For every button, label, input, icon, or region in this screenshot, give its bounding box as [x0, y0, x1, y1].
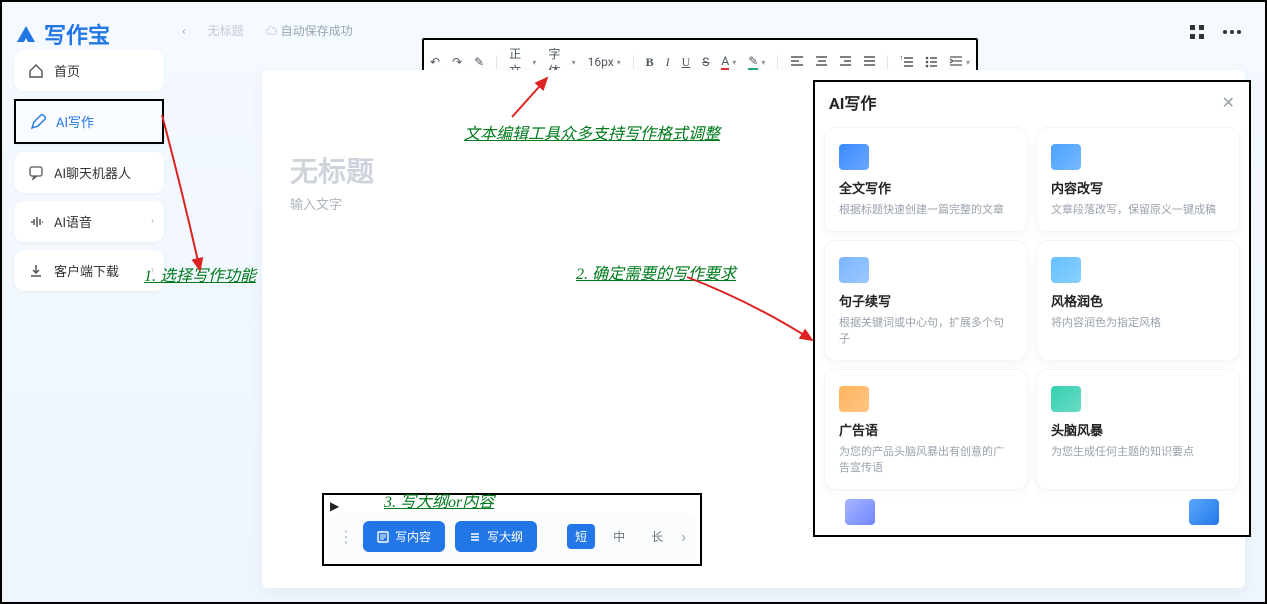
card-icon	[1051, 386, 1081, 412]
sidebar-item-download[interactable]: 客户端下载 ›	[14, 250, 164, 291]
chevron-right-icon: ›	[151, 216, 154, 227]
length-short-chip[interactable]: 短	[567, 524, 595, 549]
logo-icon	[14, 22, 38, 46]
card-icon	[839, 386, 869, 412]
card-icon	[839, 144, 869, 170]
card-desc: 为您的产品头脑风暴出有创意的广告宣传语	[839, 444, 1013, 475]
sidebar-item-home[interactable]: 首页	[14, 50, 164, 91]
breadcrumb: ‹ 无标题 ☁ 自动保存成功	[182, 22, 353, 39]
chevron-right-icon[interactable]: ›	[681, 527, 686, 546]
write-outline-button[interactable]: 写大纲	[455, 521, 537, 552]
pencil-icon	[30, 114, 46, 130]
strike-button[interactable]: S	[702, 55, 709, 69]
autosave-status: ☁ 自动保存成功	[266, 22, 353, 39]
ai-card-3[interactable]: 风格润色将内容润色为指定风格	[1037, 241, 1239, 360]
ai-card-0[interactable]: 全文写作根据标题快速创建一篇完整的文章	[825, 128, 1027, 231]
svg-text:1: 1	[900, 56, 903, 62]
sidebar-item-label: 首页	[54, 61, 80, 80]
more-icon[interactable]	[1223, 24, 1241, 40]
ai-card-2[interactable]: 句子续写根据关键词或中心句，扩展多个句子	[825, 241, 1027, 360]
card-icon	[839, 257, 869, 283]
align-center-icon[interactable]	[815, 55, 827, 69]
align-justify-icon[interactable]	[863, 55, 875, 69]
home-icon	[28, 63, 44, 79]
redo-icon[interactable]: ↷	[452, 55, 462, 69]
undo-icon[interactable]: ↶	[430, 55, 440, 69]
format-brush-icon[interactable]: ✎	[474, 55, 484, 69]
card-title: 内容改写	[1051, 178, 1225, 197]
text-color-button[interactable]: A▾	[721, 54, 736, 70]
card-title: 风格润色	[1051, 291, 1225, 310]
button-label: 写大纲	[487, 528, 523, 545]
sidebar-item-label: AI聊天机器人	[54, 163, 131, 182]
title-placeholder[interactable]: 无标题	[290, 150, 374, 190]
sidebar: 首页 AI写作 AI聊天机器人 AI语音 › 客户端下载 ›	[14, 50, 164, 299]
sidebar-item-chatbot[interactable]: AI聊天机器人	[14, 152, 164, 193]
window-controls	[1189, 24, 1241, 40]
sidebar-item-voice[interactable]: AI语音 ›	[14, 201, 164, 242]
chat-icon	[28, 165, 44, 181]
ai-card-5[interactable]: 头脑风暴为您生成任何主题的知识要点	[1037, 370, 1239, 489]
ai-card-4[interactable]: 广告语为您的产品头脑风暴出有创意的广告宣传语	[825, 370, 1027, 489]
card-title: 头脑风暴	[1051, 420, 1225, 439]
doc-icon	[377, 531, 389, 543]
sidebar-item-label: AI语音	[54, 212, 92, 231]
play-icon[interactable]: ▶	[328, 499, 696, 513]
list-ordered-icon[interactable]: 1	[900, 55, 912, 69]
ai-extra-icon-2[interactable]	[1189, 499, 1219, 525]
card-desc: 将内容润色为指定风格	[1051, 315, 1225, 330]
card-icon	[1051, 257, 1081, 283]
font-size-select[interactable]: 16px▾	[588, 55, 621, 69]
voice-icon	[28, 214, 44, 230]
card-title: 全文写作	[839, 178, 1013, 197]
grid-icon[interactable]	[1189, 24, 1205, 40]
body-placeholder[interactable]: 输入文字	[290, 194, 342, 213]
highlight-button[interactable]: ✎▾	[748, 54, 765, 70]
align-left-icon[interactable]	[790, 55, 802, 69]
italic-button[interactable]: I	[666, 55, 670, 70]
chevron-right-icon: ›	[151, 265, 154, 276]
download-icon	[28, 263, 44, 279]
card-title: 广告语	[839, 420, 1013, 439]
button-label: 写内容	[395, 528, 431, 545]
length-long-chip[interactable]: 长	[643, 524, 671, 549]
ai-extra-icon-1[interactable]	[845, 499, 875, 525]
app-logo: 写作宝	[14, 18, 110, 50]
card-desc: 根据标题快速创建一篇完整的文章	[839, 202, 1013, 217]
sidebar-item-label: AI写作	[56, 112, 94, 131]
bold-button[interactable]: B	[646, 55, 654, 70]
drag-handle-icon[interactable]: ⋮	[338, 527, 353, 546]
align-right-icon[interactable]	[839, 55, 851, 69]
doc-tab[interactable]: 无标题	[208, 22, 244, 39]
ai-write-panel: AI写作 ✕ 全文写作根据标题快速创建一篇完整的文章内容改写文章段落改写，保留原…	[813, 80, 1251, 537]
ai-card-1[interactable]: 内容改写文章段落改写，保留原义一键成稿	[1037, 128, 1239, 231]
card-desc: 文章段落改写，保留原义一键成稿	[1051, 202, 1225, 217]
length-mid-chip[interactable]: 中	[605, 524, 633, 549]
indent-button[interactable]: ▾	[949, 55, 970, 69]
back-icon[interactable]: ‹	[182, 24, 186, 38]
compose-bar: ▶ ⋮ 写内容 写大纲 短 中 长 ›	[322, 493, 702, 566]
close-icon[interactable]: ✕	[1222, 93, 1235, 112]
sidebar-item-ai-write[interactable]: AI写作	[14, 99, 164, 144]
card-desc: 根据关键词或中心句，扩展多个句子	[839, 315, 1013, 346]
list-unordered-icon[interactable]	[925, 55, 937, 69]
list-icon	[469, 531, 481, 543]
write-content-button[interactable]: 写内容	[363, 521, 445, 552]
underline-button[interactable]: U	[682, 55, 691, 70]
panel-title: AI写作	[829, 90, 876, 114]
card-icon	[1051, 144, 1081, 170]
app-name: 写作宝	[44, 18, 110, 50]
card-title: 句子续写	[839, 291, 1013, 310]
card-desc: 为您生成任何主题的知识要点	[1051, 444, 1225, 459]
sidebar-item-label: 客户端下载	[54, 261, 119, 280]
